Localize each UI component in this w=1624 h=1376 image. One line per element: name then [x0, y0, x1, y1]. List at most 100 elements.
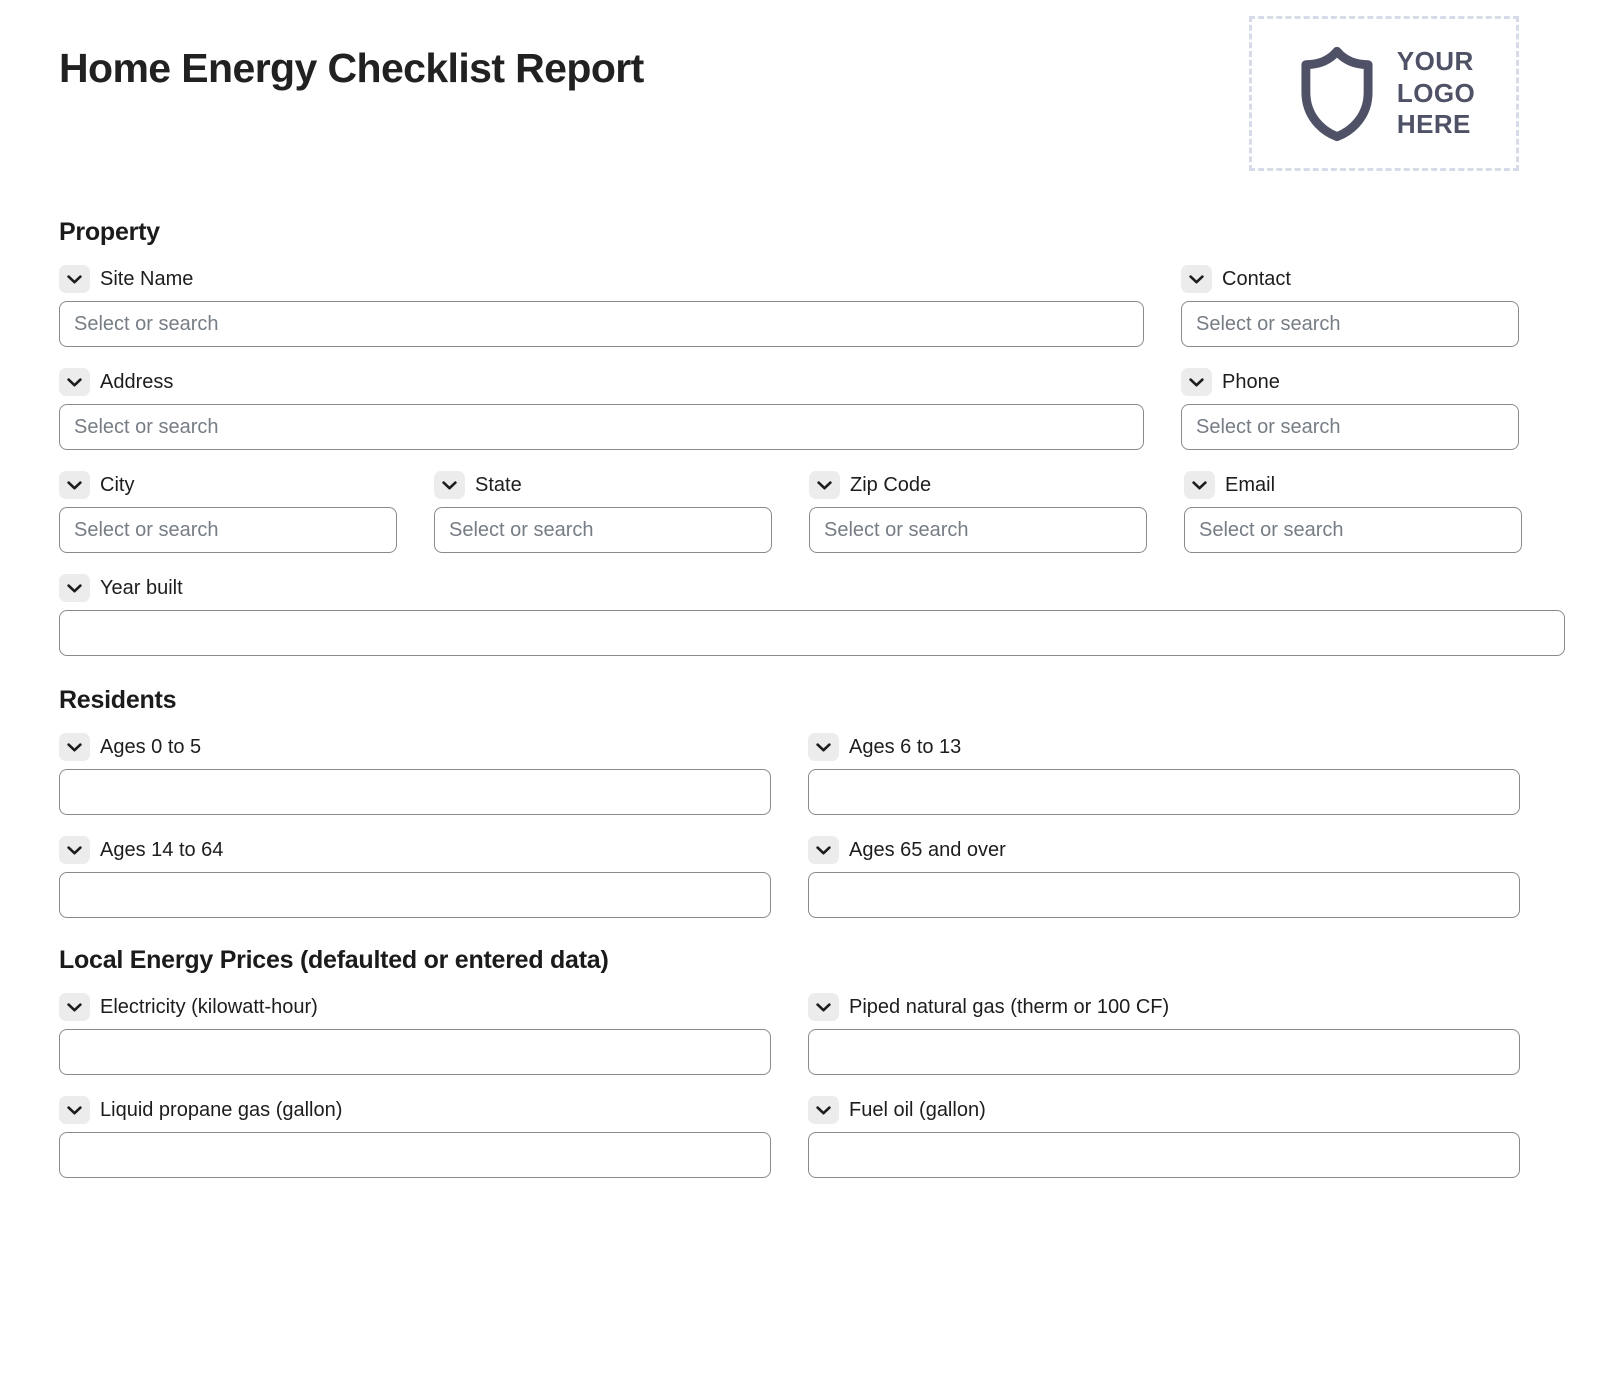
chevron-down-icon[interactable] — [808, 1096, 839, 1124]
label-text: Liquid propane gas (gallon) — [100, 1099, 343, 1121]
page-title: Home Energy Checklist Report — [59, 45, 644, 91]
field-label-liquid-propane-gas-gallon: Liquid propane gas (gallon) — [59, 1096, 771, 1124]
input-state[interactable] — [434, 507, 772, 553]
field-phone: Phone — [1181, 368, 1519, 450]
input-contact[interactable] — [1181, 301, 1519, 347]
label-text: Year built — [100, 577, 183, 599]
chevron-down-icon[interactable] — [59, 574, 90, 602]
input-ages-6-to-13[interactable] — [808, 769, 1520, 815]
field-row: Address Phone — [59, 368, 1565, 450]
input-piped-natural-gas-therm-or-100-cf[interactable] — [808, 1029, 1520, 1075]
label-text: Zip Code — [850, 474, 932, 496]
field-label-ages-0-to-5: Ages 0 to 5 — [59, 733, 771, 761]
field-contact: Contact — [1181, 265, 1519, 347]
form-sections: Property Site Name Contact Address Phone City… — [59, 218, 1565, 1178]
report-page: Home Energy Checklist Report YOUR LOGO H… — [0, 0, 1624, 1376]
field-site-name: Site Name — [59, 265, 1144, 347]
shield-icon — [1301, 46, 1373, 141]
field-row: Year built — [59, 574, 1565, 656]
chevron-down-icon[interactable] — [59, 836, 90, 864]
label-text: Ages 0 to 5 — [100, 736, 202, 758]
field-state: State — [434, 471, 772, 553]
field-row: Ages 0 to 5 Ages 6 to 13 — [59, 733, 1565, 815]
input-ages-65-and-over[interactable] — [808, 872, 1520, 918]
label-text: Piped natural gas (therm or 100 CF) — [849, 996, 1170, 1018]
logo-placeholder[interactable]: YOUR LOGO HERE — [1249, 16, 1519, 171]
field-email: Email — [1184, 471, 1522, 553]
field-label-electricity-kilowatt-hour: Electricity (kilowatt-hour) — [59, 993, 771, 1021]
report-header: Home Energy Checklist Report YOUR LOGO H… — [59, 0, 1565, 218]
label-text: Ages 14 to 64 — [100, 839, 224, 861]
label-text: Electricity (kilowatt-hour) — [100, 996, 318, 1018]
chevron-down-icon[interactable] — [809, 471, 840, 499]
input-electricity-kilowatt-hour[interactable] — [59, 1029, 771, 1075]
section-residents: Residents Ages 0 to 5 Ages 6 to 13 Ages 14 … — [59, 686, 1565, 918]
input-liquid-propane-gas-gallon[interactable] — [59, 1132, 771, 1178]
label-text: Address — [100, 371, 174, 393]
label-text: Contact — [1222, 268, 1291, 290]
chevron-down-icon[interactable] — [1181, 265, 1212, 293]
input-zip-code[interactable] — [809, 507, 1147, 553]
field-label-ages-6-to-13: Ages 6 to 13 — [808, 733, 1520, 761]
label-text: Email — [1225, 474, 1276, 496]
field-row: Liquid propane gas (gallon) Fuel oil (gal… — [59, 1096, 1565, 1178]
field-zip-code: Zip Code — [809, 471, 1147, 553]
field-label-zip-code: Zip Code — [809, 471, 1147, 499]
field-ages-14-to-64: Ages 14 to 64 — [59, 836, 771, 918]
field-ages-6-to-13: Ages 6 to 13 — [808, 733, 1520, 815]
field-label-contact: Contact — [1181, 265, 1519, 293]
label-text: Fuel oil (gallon) — [849, 1099, 986, 1121]
section-title: Residents — [59, 686, 177, 714]
input-ages-0-to-5[interactable] — [59, 769, 771, 815]
field-row: Electricity (kilowatt-hour) Piped natural… — [59, 993, 1565, 1075]
chevron-down-icon[interactable] — [59, 993, 90, 1021]
field-liquid-propane-gas-gallon: Liquid propane gas (gallon) — [59, 1096, 771, 1178]
section-title: Local Energy Prices (defaulted or entere… — [59, 946, 609, 974]
logo-text: YOUR LOGO HERE — [1397, 46, 1475, 141]
section-local-energy-prices-defaulted-or-entered-data: Local Energy Prices (defaulted or entere… — [59, 946, 1565, 1178]
field-row: Site Name Contact — [59, 265, 1565, 347]
field-label-state: State — [434, 471, 772, 499]
input-fuel-oil-gallon[interactable] — [808, 1132, 1520, 1178]
logo-text-line2: LOGO — [1396, 77, 1476, 108]
input-phone[interactable] — [1181, 404, 1519, 450]
label-text: State — [475, 474, 522, 496]
input-site-name[interactable] — [59, 301, 1144, 347]
input-address[interactable] — [59, 404, 1144, 450]
field-label-city: City — [59, 471, 397, 499]
chevron-down-icon[interactable] — [59, 1096, 90, 1124]
field-city: City — [59, 471, 397, 553]
field-label-ages-14-to-64: Ages 14 to 64 — [59, 836, 771, 864]
chevron-down-icon[interactable] — [59, 733, 90, 761]
input-email[interactable] — [1184, 507, 1522, 553]
field-row: Ages 14 to 64 Ages 65 and over — [59, 836, 1565, 918]
field-ages-65-and-over: Ages 65 and over — [808, 836, 1520, 918]
input-ages-14-to-64[interactable] — [59, 872, 771, 918]
chevron-down-icon[interactable] — [434, 471, 465, 499]
section-title: Property — [59, 218, 160, 246]
chevron-down-icon[interactable] — [808, 836, 839, 864]
chevron-down-icon[interactable] — [59, 471, 90, 499]
chevron-down-icon[interactable] — [808, 993, 839, 1021]
chevron-down-icon[interactable] — [808, 733, 839, 761]
input-city[interactable] — [59, 507, 397, 553]
field-ages-0-to-5: Ages 0 to 5 — [59, 733, 771, 815]
chevron-down-icon[interactable] — [1181, 368, 1212, 396]
chevron-down-icon[interactable] — [59, 368, 90, 396]
field-row: City State Zip Code Email — [59, 471, 1565, 553]
label-text: Site Name — [100, 268, 194, 290]
logo-text-line3: HERE — [1396, 109, 1471, 140]
label-text: Ages 6 to 13 — [849, 736, 962, 758]
chevron-down-icon[interactable] — [1184, 471, 1215, 499]
field-fuel-oil-gallon: Fuel oil (gallon) — [808, 1096, 1520, 1178]
field-label-site-name: Site Name — [59, 265, 1144, 293]
label-text: City — [100, 474, 135, 496]
chevron-down-icon[interactable] — [59, 265, 90, 293]
field-label-piped-natural-gas-therm-or-100-cf: Piped natural gas (therm or 100 CF) — [808, 993, 1520, 1021]
field-label-ages-65-and-over: Ages 65 and over — [808, 836, 1520, 864]
logo-text-line1: YOUR — [1396, 45, 1474, 76]
field-label-phone: Phone — [1181, 368, 1519, 396]
field-piped-natural-gas-therm-or-100-cf: Piped natural gas (therm or 100 CF) — [808, 993, 1520, 1075]
field-electricity-kilowatt-hour: Electricity (kilowatt-hour) — [59, 993, 771, 1075]
input-year-built[interactable] — [59, 610, 1565, 656]
